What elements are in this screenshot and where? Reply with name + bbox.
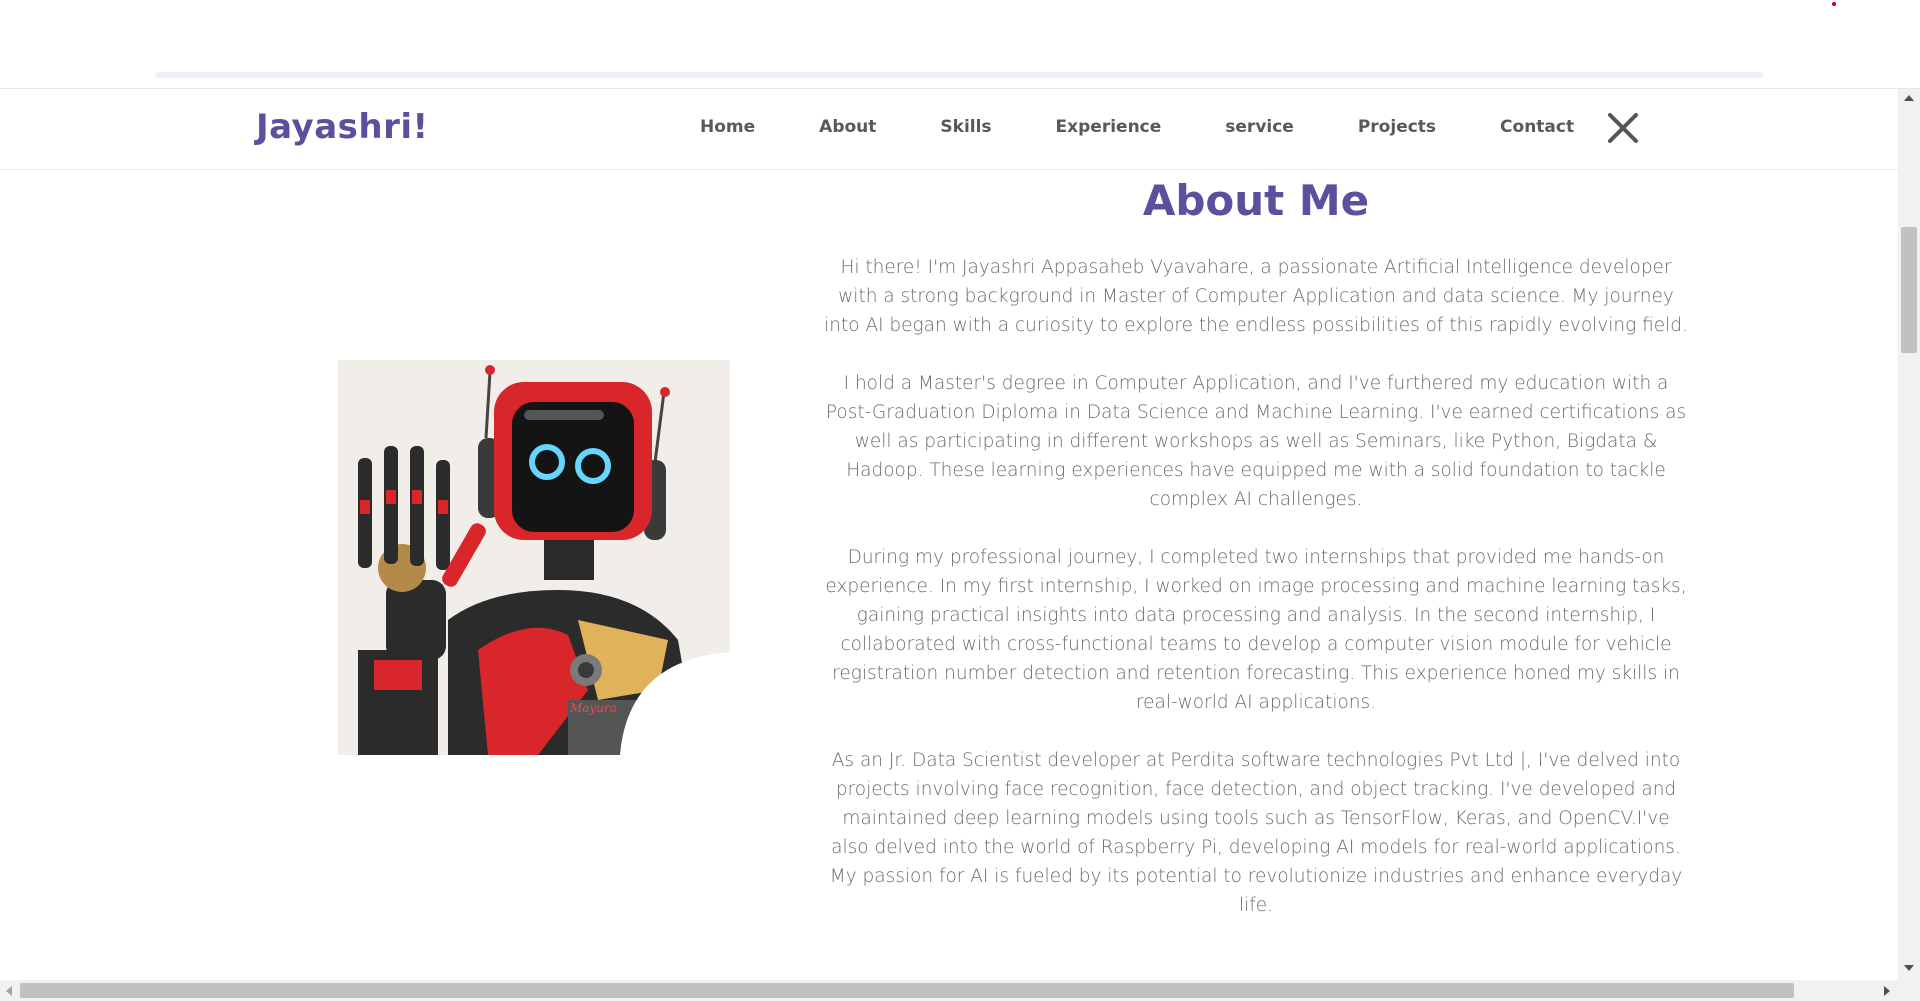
nav-item-about[interactable]: About: [819, 117, 876, 137]
about-paragraph: During my professional journey, I comple…: [825, 547, 1687, 713]
about-title: About Me: [1142, 176, 1370, 225]
about-text: Hi there! I'm Jayashri Appasaheb Vyavaha…: [824, 253, 1688, 949]
scroll-up-icon[interactable]: [1904, 95, 1914, 101]
scroll-left-icon[interactable]: [6, 986, 12, 996]
horizontal-scrollbar[interactable]: [0, 980, 1898, 1001]
nav-item-skills[interactable]: Skills: [940, 117, 991, 137]
top-header-strip: [0, 0, 1920, 89]
about-paragraph: I hold a Master's degree in Computer App…: [825, 373, 1687, 510]
nav-menu: Home About Skills Experience service Pro…: [700, 117, 1638, 137]
brand-logo[interactable]: Jayashri!: [256, 107, 429, 147]
close-icon[interactable]: [1606, 111, 1640, 145]
nav-item-service[interactable]: service: [1225, 117, 1294, 137]
navbar: Jayashri! Home About Skills Experience s…: [0, 89, 1898, 170]
about-paragraph: As an Jr. Data Scientist developer at Pe…: [829, 750, 1683, 916]
scroll-right-icon[interactable]: [1884, 986, 1890, 996]
vertical-scroll-thumb[interactable]: [1901, 227, 1917, 353]
horizontal-scroll-thumb[interactable]: [20, 983, 1794, 998]
nav-item-projects[interactable]: Projects: [1358, 117, 1436, 137]
nav-item-home[interactable]: Home: [700, 117, 755, 137]
scrollbar-corner: [1898, 977, 1920, 1001]
vertical-scrollbar[interactable]: [1898, 89, 1920, 977]
nav-item-contact[interactable]: Contact: [1500, 117, 1574, 137]
notification-dot: [1832, 2, 1836, 6]
scroll-down-icon[interactable]: [1904, 965, 1914, 971]
robot-image: Mayura: [338, 360, 730, 755]
about-paragraph: Hi there! I'm Jayashri Appasaheb Vyavaha…: [824, 257, 1688, 336]
svg-text:Mayura: Mayura: [569, 701, 617, 715]
nav-item-experience[interactable]: Experience: [1056, 117, 1162, 137]
header-divider: [155, 72, 1763, 78]
